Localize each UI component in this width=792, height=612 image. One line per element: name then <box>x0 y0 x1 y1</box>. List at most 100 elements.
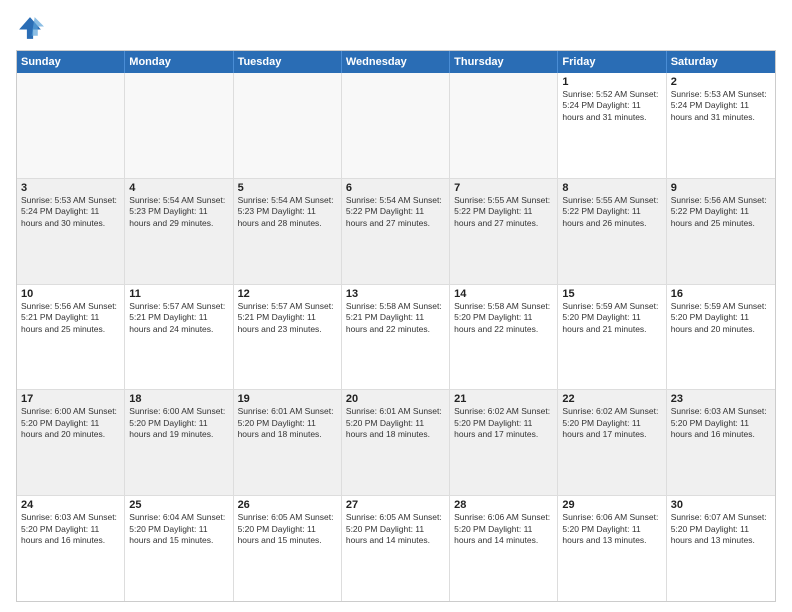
day-info: Sunrise: 5:54 AM Sunset: 5:23 PM Dayligh… <box>129 195 228 229</box>
calendar-row-4: 17Sunrise: 6:00 AM Sunset: 5:20 PM Dayli… <box>17 390 775 496</box>
day-cell-6: 6Sunrise: 5:54 AM Sunset: 5:22 PM Daylig… <box>342 179 450 284</box>
header-day-thursday: Thursday <box>450 51 558 73</box>
day-number: 25 <box>129 499 228 511</box>
day-number: 16 <box>671 288 771 300</box>
empty-cell <box>125 73 233 178</box>
day-info: Sunrise: 5:56 AM Sunset: 5:21 PM Dayligh… <box>21 301 120 335</box>
header-day-wednesday: Wednesday <box>342 51 450 73</box>
empty-cell <box>342 73 450 178</box>
day-cell-7: 7Sunrise: 5:55 AM Sunset: 5:22 PM Daylig… <box>450 179 558 284</box>
calendar-row-3: 10Sunrise: 5:56 AM Sunset: 5:21 PM Dayli… <box>17 285 775 391</box>
day-number: 2 <box>671 76 771 88</box>
day-number: 23 <box>671 393 771 405</box>
day-cell-3: 3Sunrise: 5:53 AM Sunset: 5:24 PM Daylig… <box>17 179 125 284</box>
day-number: 27 <box>346 499 445 511</box>
day-info: Sunrise: 6:05 AM Sunset: 5:20 PM Dayligh… <box>346 512 445 546</box>
day-info: Sunrise: 5:58 AM Sunset: 5:21 PM Dayligh… <box>346 301 445 335</box>
header-day-sunday: Sunday <box>17 51 125 73</box>
day-cell-28: 28Sunrise: 6:06 AM Sunset: 5:20 PM Dayli… <box>450 496 558 601</box>
day-cell-22: 22Sunrise: 6:02 AM Sunset: 5:20 PM Dayli… <box>558 390 666 495</box>
day-cell-24: 24Sunrise: 6:03 AM Sunset: 5:20 PM Dayli… <box>17 496 125 601</box>
day-number: 3 <box>21 182 120 194</box>
day-cell-19: 19Sunrise: 6:01 AM Sunset: 5:20 PM Dayli… <box>234 390 342 495</box>
day-number: 18 <box>129 393 228 405</box>
day-info: Sunrise: 5:52 AM Sunset: 5:24 PM Dayligh… <box>562 89 661 123</box>
day-number: 11 <box>129 288 228 300</box>
day-info: Sunrise: 5:59 AM Sunset: 5:20 PM Dayligh… <box>671 301 771 335</box>
calendar: SundayMondayTuesdayWednesdayThursdayFrid… <box>16 50 776 602</box>
day-number: 20 <box>346 393 445 405</box>
day-info: Sunrise: 6:06 AM Sunset: 5:20 PM Dayligh… <box>562 512 661 546</box>
header-day-saturday: Saturday <box>667 51 775 73</box>
day-info: Sunrise: 5:59 AM Sunset: 5:20 PM Dayligh… <box>562 301 661 335</box>
day-number: 9 <box>671 182 771 194</box>
day-info: Sunrise: 6:01 AM Sunset: 5:20 PM Dayligh… <box>346 406 445 440</box>
calendar-row-5: 24Sunrise: 6:03 AM Sunset: 5:20 PM Dayli… <box>17 496 775 601</box>
day-number: 6 <box>346 182 445 194</box>
day-number: 21 <box>454 393 553 405</box>
day-cell-18: 18Sunrise: 6:00 AM Sunset: 5:20 PM Dayli… <box>125 390 233 495</box>
day-info: Sunrise: 5:57 AM Sunset: 5:21 PM Dayligh… <box>129 301 228 335</box>
day-cell-29: 29Sunrise: 6:06 AM Sunset: 5:20 PM Dayli… <box>558 496 666 601</box>
day-info: Sunrise: 5:56 AM Sunset: 5:22 PM Dayligh… <box>671 195 771 229</box>
empty-cell <box>234 73 342 178</box>
day-number: 7 <box>454 182 553 194</box>
day-info: Sunrise: 6:01 AM Sunset: 5:20 PM Dayligh… <box>238 406 337 440</box>
day-cell-2: 2Sunrise: 5:53 AM Sunset: 5:24 PM Daylig… <box>667 73 775 178</box>
header <box>16 10 776 42</box>
header-day-tuesday: Tuesday <box>234 51 342 73</box>
day-number: 12 <box>238 288 337 300</box>
day-info: Sunrise: 6:06 AM Sunset: 5:20 PM Dayligh… <box>454 512 553 546</box>
day-cell-16: 16Sunrise: 5:59 AM Sunset: 5:20 PM Dayli… <box>667 285 775 390</box>
header-day-monday: Monday <box>125 51 233 73</box>
day-info: Sunrise: 5:55 AM Sunset: 5:22 PM Dayligh… <box>562 195 661 229</box>
day-info: Sunrise: 5:55 AM Sunset: 5:22 PM Dayligh… <box>454 195 553 229</box>
day-cell-12: 12Sunrise: 5:57 AM Sunset: 5:21 PM Dayli… <box>234 285 342 390</box>
day-cell-15: 15Sunrise: 5:59 AM Sunset: 5:20 PM Dayli… <box>558 285 666 390</box>
day-info: Sunrise: 6:03 AM Sunset: 5:20 PM Dayligh… <box>21 512 120 546</box>
day-number: 19 <box>238 393 337 405</box>
day-info: Sunrise: 5:54 AM Sunset: 5:22 PM Dayligh… <box>346 195 445 229</box>
empty-cell <box>17 73 125 178</box>
day-number: 26 <box>238 499 337 511</box>
day-cell-25: 25Sunrise: 6:04 AM Sunset: 5:20 PM Dayli… <box>125 496 233 601</box>
day-number: 13 <box>346 288 445 300</box>
empty-cell <box>450 73 558 178</box>
logo <box>16 14 48 42</box>
day-number: 29 <box>562 499 661 511</box>
day-number: 28 <box>454 499 553 511</box>
day-cell-21: 21Sunrise: 6:02 AM Sunset: 5:20 PM Dayli… <box>450 390 558 495</box>
day-cell-17: 17Sunrise: 6:00 AM Sunset: 5:20 PM Dayli… <box>17 390 125 495</box>
day-number: 24 <box>21 499 120 511</box>
day-cell-8: 8Sunrise: 5:55 AM Sunset: 5:22 PM Daylig… <box>558 179 666 284</box>
calendar-row-2: 3Sunrise: 5:53 AM Sunset: 5:24 PM Daylig… <box>17 179 775 285</box>
day-info: Sunrise: 6:05 AM Sunset: 5:20 PM Dayligh… <box>238 512 337 546</box>
day-number: 4 <box>129 182 228 194</box>
day-cell-4: 4Sunrise: 5:54 AM Sunset: 5:23 PM Daylig… <box>125 179 233 284</box>
page: SundayMondayTuesdayWednesdayThursdayFrid… <box>0 0 792 612</box>
day-info: Sunrise: 5:54 AM Sunset: 5:23 PM Dayligh… <box>238 195 337 229</box>
day-number: 30 <box>671 499 771 511</box>
day-number: 17 <box>21 393 120 405</box>
day-number: 10 <box>21 288 120 300</box>
day-info: Sunrise: 6:03 AM Sunset: 5:20 PM Dayligh… <box>671 406 771 440</box>
day-info: Sunrise: 5:57 AM Sunset: 5:21 PM Dayligh… <box>238 301 337 335</box>
day-info: Sunrise: 6:02 AM Sunset: 5:20 PM Dayligh… <box>454 406 553 440</box>
day-cell-5: 5Sunrise: 5:54 AM Sunset: 5:23 PM Daylig… <box>234 179 342 284</box>
day-info: Sunrise: 5:58 AM Sunset: 5:20 PM Dayligh… <box>454 301 553 335</box>
calendar-row-1: 1Sunrise: 5:52 AM Sunset: 5:24 PM Daylig… <box>17 73 775 179</box>
day-info: Sunrise: 6:04 AM Sunset: 5:20 PM Dayligh… <box>129 512 228 546</box>
day-number: 15 <box>562 288 661 300</box>
day-info: Sunrise: 5:53 AM Sunset: 5:24 PM Dayligh… <box>671 89 771 123</box>
day-number: 5 <box>238 182 337 194</box>
day-info: Sunrise: 6:07 AM Sunset: 5:20 PM Dayligh… <box>671 512 771 546</box>
day-number: 8 <box>562 182 661 194</box>
day-info: Sunrise: 6:00 AM Sunset: 5:20 PM Dayligh… <box>21 406 120 440</box>
day-cell-27: 27Sunrise: 6:05 AM Sunset: 5:20 PM Dayli… <box>342 496 450 601</box>
day-cell-30: 30Sunrise: 6:07 AM Sunset: 5:20 PM Dayli… <box>667 496 775 601</box>
calendar-body: 1Sunrise: 5:52 AM Sunset: 5:24 PM Daylig… <box>17 73 775 601</box>
day-cell-20: 20Sunrise: 6:01 AM Sunset: 5:20 PM Dayli… <box>342 390 450 495</box>
day-number: 1 <box>562 76 661 88</box>
calendar-header: SundayMondayTuesdayWednesdayThursdayFrid… <box>17 51 775 73</box>
day-cell-1: 1Sunrise: 5:52 AM Sunset: 5:24 PM Daylig… <box>558 73 666 178</box>
